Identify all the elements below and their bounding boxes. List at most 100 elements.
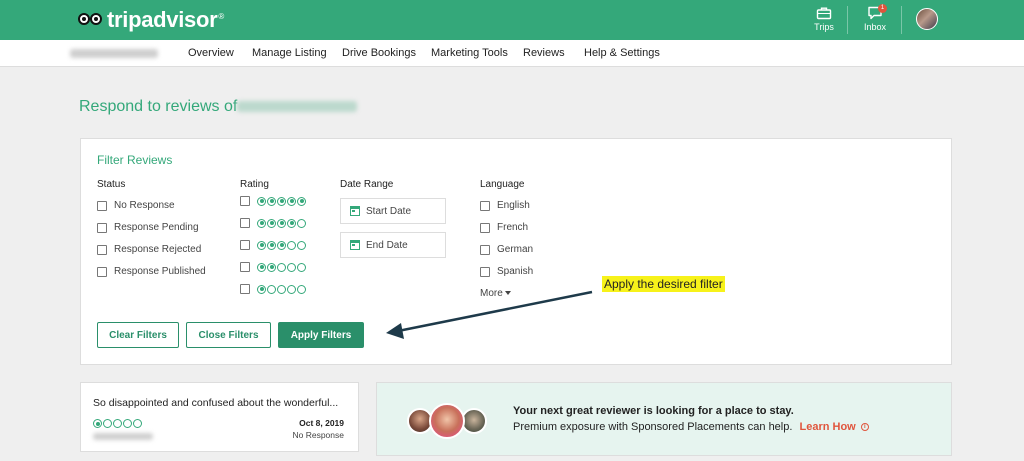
rating-option-1[interactable] (240, 284, 306, 294)
rating-bubble-filled-icon (257, 262, 266, 272)
more-languages-link[interactable]: More (480, 288, 511, 299)
annotation-callout: Apply the desired filter (602, 276, 725, 292)
checkbox-label: German (497, 244, 534, 255)
status-response-published[interactable]: Response Published (97, 266, 206, 277)
rating-bubble-empty-icon (297, 240, 306, 250)
calendar-icon (350, 206, 360, 216)
rating-bubble-empty-icon (297, 262, 306, 272)
rating-bubble-empty-icon (103, 419, 112, 428)
checkbox[interactable] (240, 240, 250, 250)
checkbox[interactable] (480, 200, 490, 211)
rating-bubble-filled-icon (267, 218, 276, 228)
checkbox[interactable] (480, 244, 490, 255)
nav-help-settings[interactable]: Help & Settings (584, 47, 660, 59)
rating-option-2[interactable] (240, 262, 306, 272)
filter-panel: Filter Reviews Status No Response Respon… (80, 138, 952, 365)
status-response-rejected[interactable]: Response Rejected (97, 244, 201, 255)
rating-bubble-empty-icon (277, 262, 286, 272)
rating-bubble-empty-icon (267, 284, 276, 294)
filter-title: Filter Reviews (97, 153, 173, 167)
checkbox[interactable] (240, 196, 250, 206)
registered-mark: ® (218, 11, 225, 21)
divider (901, 6, 902, 34)
checkbox[interactable] (240, 284, 250, 294)
rating-bubble-empty-icon (287, 284, 296, 294)
status-heading: Status (97, 179, 126, 190)
rating-bubble-empty-icon (277, 284, 286, 294)
rating-bubble-empty-icon (133, 419, 142, 428)
trips-label: Trips (814, 22, 834, 32)
rating-bubble-filled-icon (257, 196, 266, 206)
checkbox[interactable] (97, 266, 107, 277)
inbox-button[interactable]: 1 Inbox (855, 4, 895, 32)
tripadvisor-logo[interactable]: tripadvisor ® (78, 7, 224, 33)
rating-option-4[interactable] (240, 218, 306, 228)
nav-marketing-tools[interactable]: Marketing Tools (431, 47, 508, 59)
rating-bubble-empty-icon (113, 419, 122, 428)
learn-how-link[interactable]: Learn How i (799, 421, 869, 433)
checkbox-label: Spanish (497, 266, 534, 277)
review-title: So disappointed and confused about the w… (93, 397, 339, 409)
nav-reviews[interactable]: Reviews (523, 47, 565, 59)
checkbox-label: Response Published (114, 266, 206, 277)
rating-bubble-filled-icon (287, 196, 296, 206)
nav-drive-bookings[interactable]: Drive Bookings (342, 47, 416, 59)
rating-option-3[interactable] (240, 240, 306, 250)
rating-bubbles (257, 240, 306, 250)
checkbox[interactable] (97, 244, 107, 255)
caret-down-icon (504, 291, 511, 296)
nav-overview[interactable]: Overview (188, 47, 234, 59)
language-german[interactable]: German (480, 244, 533, 255)
rating-bubble-filled-icon (277, 240, 286, 250)
rating-bubble-filled-icon (297, 196, 306, 206)
trips-button[interactable]: Trips (804, 6, 844, 32)
rating-option-5[interactable] (240, 196, 306, 206)
checkbox[interactable] (97, 200, 107, 211)
checkbox-label: French (497, 222, 529, 233)
owl-logo-icon (78, 10, 104, 30)
rating-bubble-empty-icon (123, 419, 132, 428)
language-english[interactable]: English (480, 200, 530, 211)
language-french[interactable]: French (480, 222, 528, 233)
start-date-input[interactable]: Start Date (340, 198, 446, 224)
clear-filters-button[interactable]: Clear Filters (97, 322, 179, 348)
end-date-placeholder: End Date (366, 239, 408, 251)
promo-title: Your next great reviewer is looking for … (513, 405, 794, 417)
property-name-redacted[interactable] (70, 49, 158, 58)
checkbox[interactable] (240, 218, 250, 228)
review-status: No Response (292, 430, 344, 440)
user-avatar[interactable] (916, 8, 938, 30)
more-label: More (480, 288, 503, 299)
review-card[interactable]: So disappointed and confused about the w… (80, 382, 359, 452)
rating-bubbles (257, 218, 306, 228)
language-heading: Language (480, 179, 525, 190)
end-date-input[interactable]: End Date (340, 232, 446, 258)
rating-bubble-empty-icon (287, 240, 296, 250)
checkbox[interactable] (97, 222, 107, 233)
status-response-pending[interactable]: Response Pending (97, 222, 199, 233)
rating-bubbles (257, 262, 306, 272)
checkbox-label: Response Pending (114, 222, 199, 233)
language-spanish[interactable]: Spanish (480, 266, 533, 277)
status-no-response[interactable]: No Response (97, 200, 175, 211)
info-icon: i (860, 423, 869, 432)
inbox-badge: 1 (878, 4, 887, 13)
promo-subtitle: Premium exposure with Sponsored Placemen… (513, 421, 869, 433)
nav-bar: Overview Manage Listing Drive Bookings M… (0, 40, 1024, 67)
nav-manage-listing[interactable]: Manage Listing (252, 47, 327, 59)
reviewer-faces-image (407, 403, 497, 439)
checkbox[interactable] (480, 222, 490, 233)
checkbox[interactable] (240, 262, 250, 272)
rating-bubble-filled-icon (287, 218, 296, 228)
rating-bubble-filled-icon (267, 240, 276, 250)
close-filters-button[interactable]: Close Filters (186, 322, 271, 348)
sponsored-placements-banner: Your next great reviewer is looking for … (376, 382, 952, 456)
rating-bubbles (257, 284, 306, 294)
rating-bubble-filled-icon (257, 284, 266, 294)
divider (847, 6, 848, 34)
rating-bubble-filled-icon (267, 262, 276, 272)
rating-bubble-empty-icon (297, 218, 306, 228)
reviewer-name-redacted (93, 433, 153, 440)
checkbox[interactable] (480, 266, 490, 277)
apply-filters-button[interactable]: Apply Filters (278, 322, 364, 348)
